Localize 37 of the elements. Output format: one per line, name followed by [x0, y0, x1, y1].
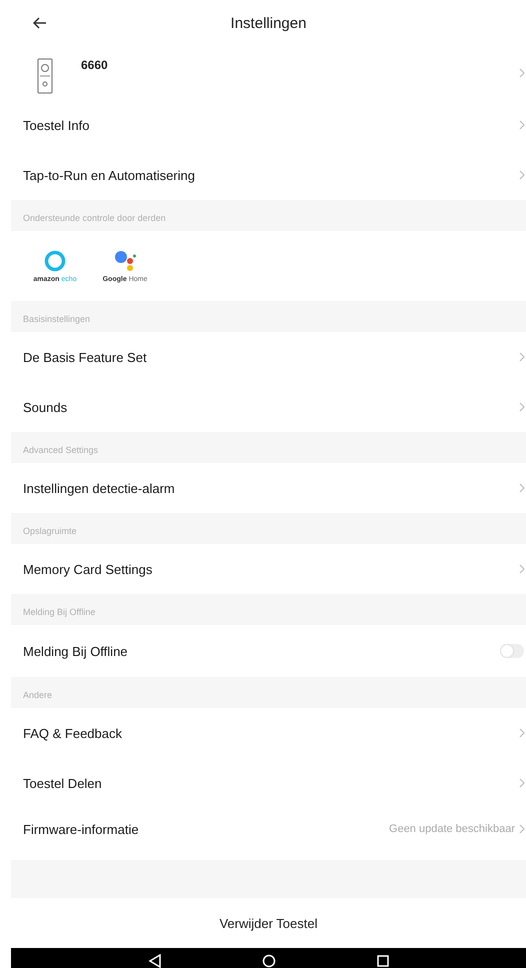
ring-icon [44, 250, 66, 272]
section-title: Advanced Settings [23, 445, 98, 455]
settings-row[interactable]: Toestel Delen [11, 758, 526, 808]
dots-icon [113, 250, 137, 272]
settings-row[interactable]: Sounds [11, 382, 526, 432]
page-title: Instellingen [230, 14, 306, 32]
toggle-switch[interactable] [500, 644, 524, 658]
doorbell-icon [37, 58, 53, 94]
chevron-icon [519, 824, 525, 834]
section-title: Ondersteunde controle door derden [23, 213, 166, 223]
back-icon [148, 954, 162, 968]
recents-icon [376, 954, 390, 968]
chevron-icon [519, 170, 525, 180]
chevron-icon [519, 352, 525, 362]
settings-row[interactable]: De Basis Feature Set [11, 332, 526, 382]
chevron-icon [519, 402, 525, 412]
chevron-icon [519, 778, 525, 788]
home-icon [262, 954, 276, 968]
setting-label: Melding Bij Offline [23, 644, 129, 658]
settings-row[interactable]: Tap-to-Run en Automatisering [11, 150, 526, 200]
settings-row[interactable]: FAQ & Feedback [11, 708, 526, 758]
status-text: Geen update beschikbaar [389, 823, 515, 835]
section-title: Opslagruimte [23, 526, 77, 536]
section-title: Andere [23, 690, 52, 700]
section-title: Melding Bij Offline [23, 607, 96, 617]
chevron-icon [519, 564, 525, 574]
settings-row[interactable]: Instellingen detectie-alarm [11, 463, 526, 513]
section-title: Basisinstellingen [23, 314, 90, 324]
back-arrow-icon[interactable] [33, 17, 47, 29]
device-row[interactable]: 6660 [11, 46, 526, 100]
settings-row[interactable]: Memory Card Settings [11, 544, 526, 594]
settings-row[interactable]: Toestel Info [11, 100, 526, 150]
chevron-icon [519, 68, 525, 78]
chevron-icon [519, 483, 525, 493]
chevron-icon [519, 728, 525, 738]
settings-row[interactable]: Firmware-informatie Geen update beschikbaar [11, 808, 526, 850]
chevron-icon [519, 120, 525, 130]
